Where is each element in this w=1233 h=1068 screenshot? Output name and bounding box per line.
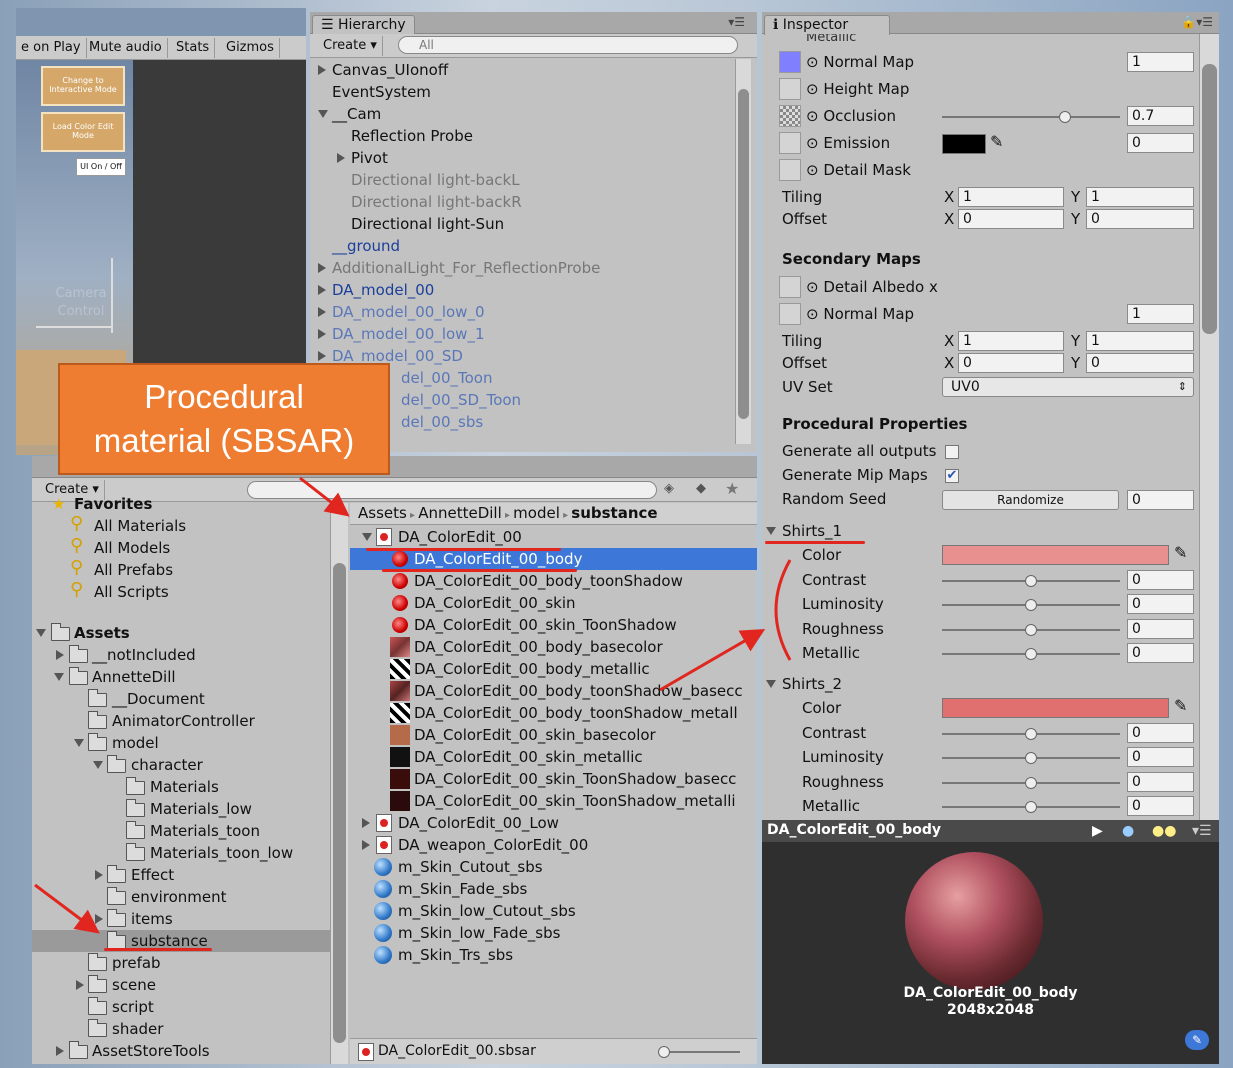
property-bracket — [774, 559, 792, 661]
callout-arrow — [299, 476, 350, 517]
underline-substance — [104, 948, 212, 951]
property-arrow — [659, 628, 766, 692]
underline-shirts — [765, 541, 865, 544]
underline-body — [382, 569, 577, 572]
substance-folder-arrow — [34, 883, 100, 934]
underline-colorEdit — [366, 548, 561, 551]
annotation-arrows — [34, 476, 792, 934]
